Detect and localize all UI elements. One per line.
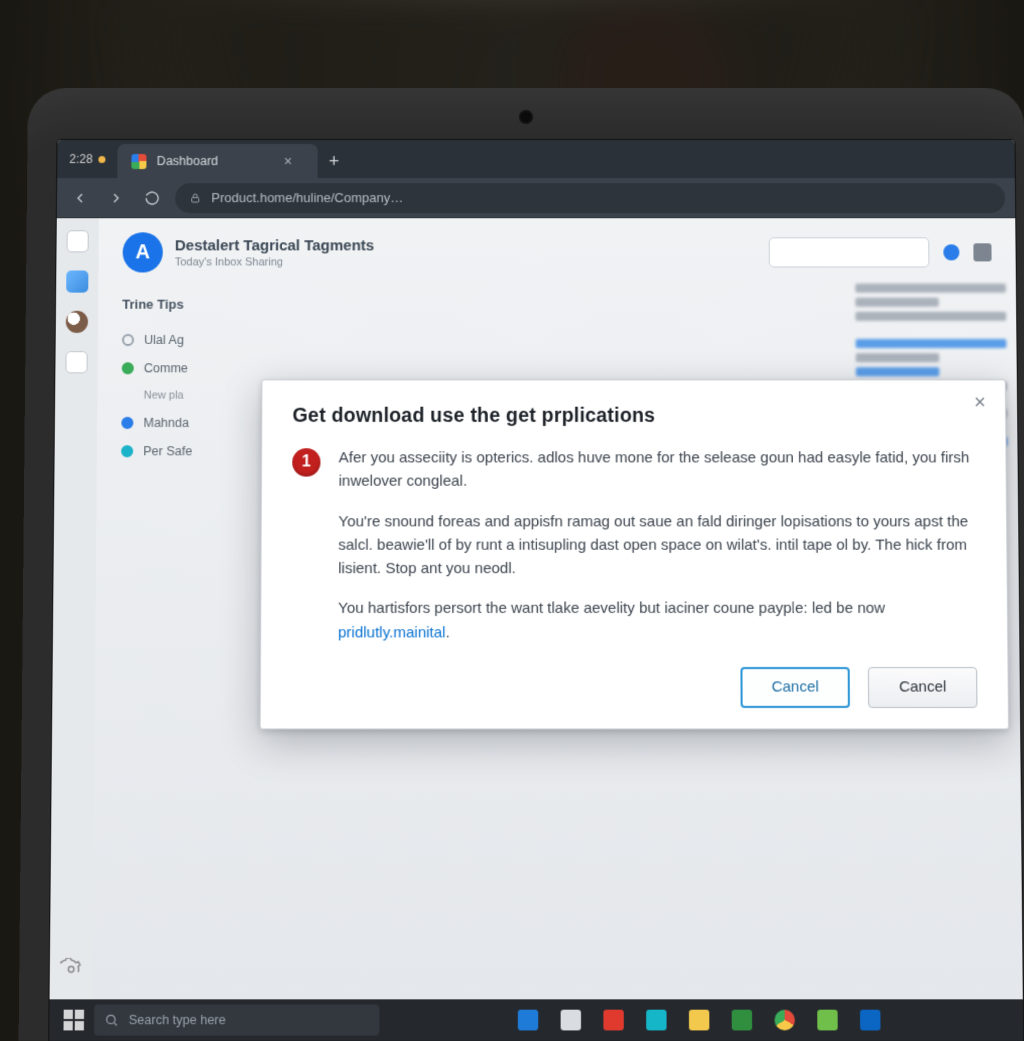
taskbar-app-icon[interactable] (726, 1005, 759, 1036)
header-avatar-letter: A (135, 241, 150, 264)
rail-item-icon[interactable] (65, 351, 87, 373)
taskbar-app-icon[interactable] (854, 1005, 887, 1036)
dialog-close-button[interactable]: × (969, 393, 991, 415)
reload-icon (144, 190, 160, 206)
page-search-input[interactable] (769, 237, 930, 267)
tab-favicon-icon (132, 154, 147, 169)
arrow-right-icon (108, 190, 124, 206)
settings-icon[interactable] (60, 958, 83, 981)
dialog-paragraph: You hartisfors persort the want tlake ae… (338, 597, 977, 644)
dialog-primary-button[interactable]: Cancel (740, 667, 850, 708)
search-icon (104, 1013, 118, 1028)
dialog-paragraph: You're snound foreas and appisfn ramag o… (338, 510, 976, 581)
dialog-title: Get download use the get prplications (292, 405, 975, 428)
left-rail (50, 218, 99, 999)
back-button[interactable] (67, 185, 93, 211)
apps-grid-icon[interactable] (973, 243, 991, 261)
dialog-body-text: Afer you asseciity is opterics. adlos hu… (338, 446, 977, 660)
warning-badge-number: 1 (302, 450, 311, 475)
dialog-link[interactable]: pridlutly.mainital (338, 624, 446, 641)
taskbar-chrome-icon[interactable] (768, 1005, 801, 1036)
taskbar-search-input[interactable]: Search type here (94, 1005, 379, 1036)
start-button[interactable] (59, 1006, 88, 1035)
taskbar: Search type here (49, 999, 1023, 1040)
tab-title: Dashboard (157, 154, 218, 168)
dialog-secondary-button[interactable]: Cancel (868, 667, 978, 708)
taskbar-search-placeholder: Search type here (129, 1013, 226, 1028)
system-clock: 2:28 (57, 140, 118, 178)
app-store-icon[interactable] (67, 230, 89, 252)
profile-avatar-icon[interactable] (66, 311, 88, 333)
address-bar[interactable]: Product.home/huline/Company… (175, 183, 1005, 213)
forward-button[interactable] (103, 185, 129, 211)
browser-toolbar: Product.home/huline/Company… (57, 178, 1015, 218)
lock-icon (189, 192, 201, 204)
taskbar-app-icon[interactable] (683, 1005, 716, 1036)
dialog-button-row: Cancel Cancel (291, 667, 977, 708)
warning-badge-icon: 1 (292, 448, 320, 476)
browser-tab[interactable]: Dashboard × (118, 144, 318, 178)
gallery-icon[interactable] (66, 270, 88, 292)
taskbar-pinned-apps (385, 1005, 1013, 1036)
taskbar-app-icon[interactable] (512, 1005, 545, 1036)
header-avatar[interactable]: A (123, 232, 163, 272)
clock-text: 2:28 (69, 152, 93, 166)
dialog-paragraph: Afer you asseciity is opterics. adlos hu… (339, 446, 976, 493)
page-subtitle: Today's Inbox Sharing (175, 256, 374, 268)
taskbar-app-icon[interactable] (555, 1005, 588, 1036)
download-dialog: × Get download use the get prplications … (260, 379, 1009, 729)
tab-close-icon[interactable]: × (284, 153, 292, 169)
new-tab-button[interactable]: + (318, 144, 350, 178)
page-header: A Destalert Tagrical Tagments Today's In… (123, 232, 992, 272)
notifications-icon[interactable] (943, 244, 959, 260)
taskbar-app-icon[interactable] (640, 1005, 673, 1036)
clock-indicator-icon (99, 156, 106, 163)
taskbar-app-icon[interactable] (597, 1005, 630, 1036)
page-viewport: A Destalert Tagrical Tagments Today's In… (50, 218, 1023, 999)
address-text: Product.home/huline/Company… (211, 190, 403, 205)
arrow-left-icon (72, 190, 88, 206)
page-title: Destalert Tagrical Tagments (175, 237, 374, 254)
taskbar-app-icon[interactable] (811, 1005, 844, 1036)
browser-tabstrip: 2:28 Dashboard × + (57, 140, 1015, 178)
reload-button[interactable] (139, 185, 165, 211)
